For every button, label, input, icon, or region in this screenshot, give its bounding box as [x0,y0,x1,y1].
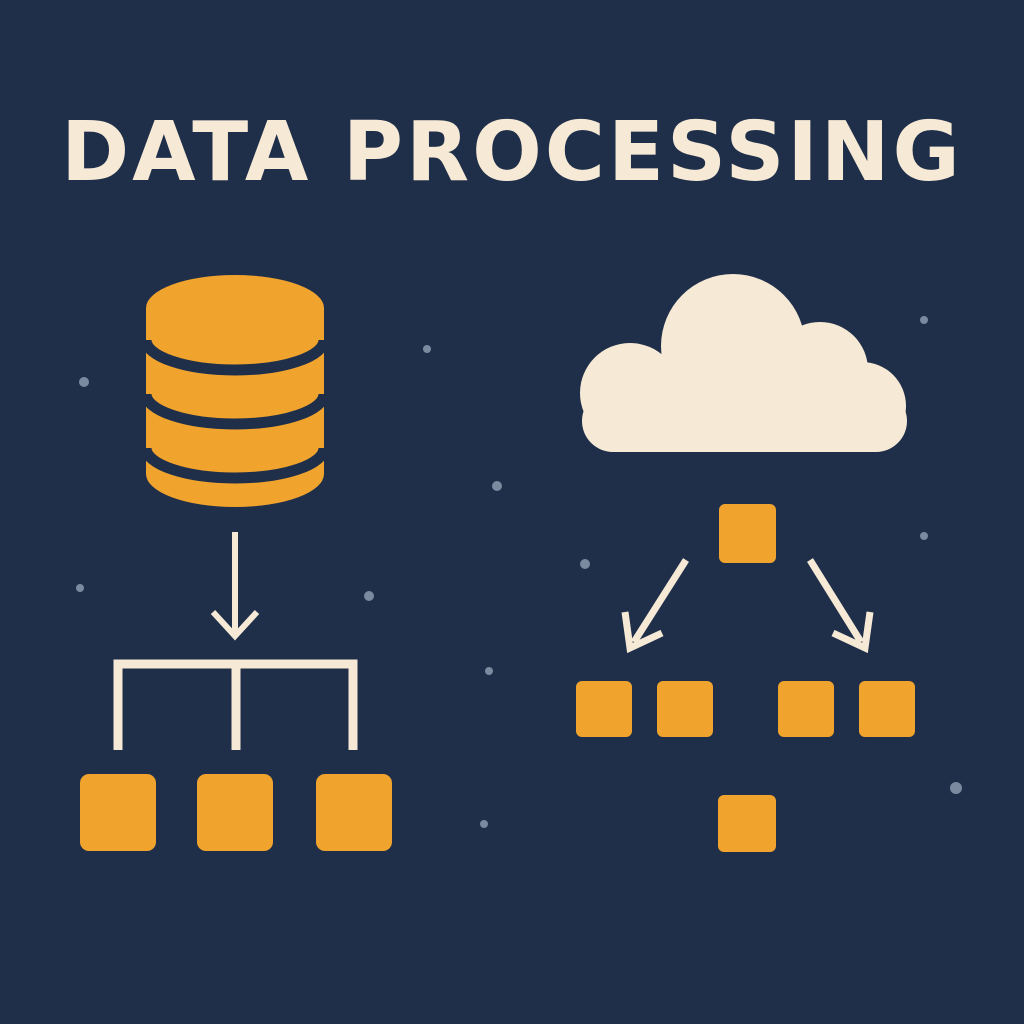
right-blocks [576,681,915,852]
dot [364,591,374,601]
database-icon [140,275,330,507]
block [316,774,392,851]
diagram-art [76,274,962,852]
dot [580,559,590,569]
block [778,681,834,737]
diagram-canvas: DATA PROCESSING [0,0,1024,1024]
block [576,681,632,737]
dot [423,345,431,353]
dot [485,667,493,675]
block [80,774,156,851]
left-blocks [80,774,392,851]
dot [480,820,488,828]
dot [920,532,928,540]
dot [492,481,502,491]
dot [79,377,89,387]
block [718,795,776,852]
block-source [719,504,776,563]
block [859,681,915,737]
block [657,681,713,737]
block [197,774,273,851]
arrow-down-icon [210,532,260,641]
dot [950,782,962,794]
arrow-down-left-icon [621,558,689,654]
dot [76,584,84,592]
tree-connector [113,659,358,750]
cloud-icon [580,274,907,452]
dot [920,316,928,324]
arrow-down-right-icon [807,558,874,654]
